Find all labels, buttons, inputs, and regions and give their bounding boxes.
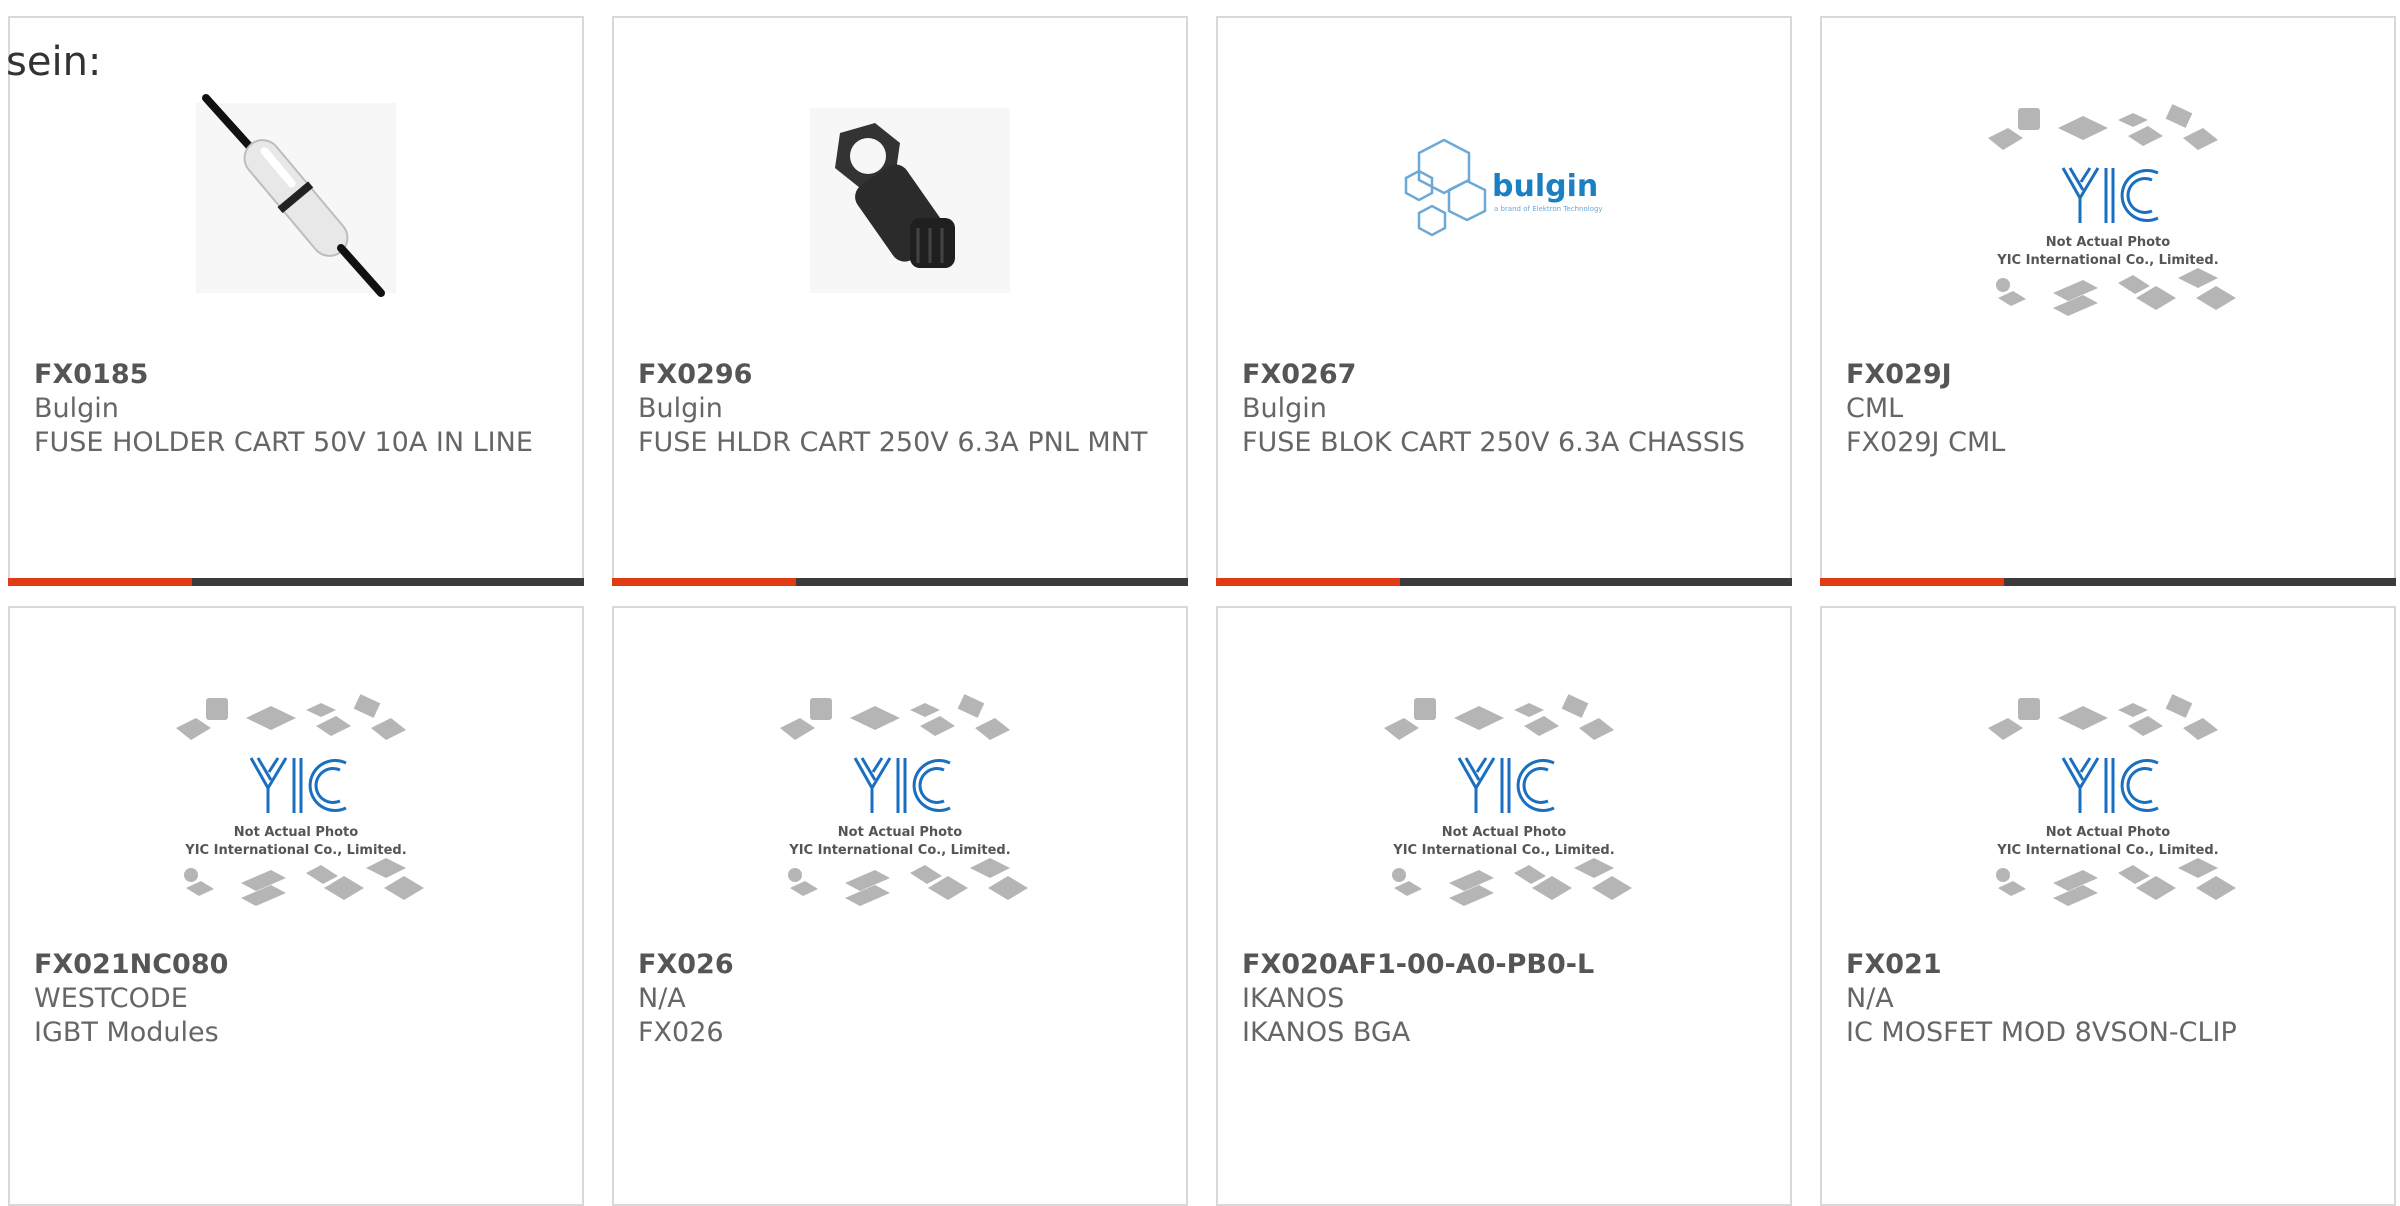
product-image-placeholder[interactable]: Not Actual Photo YIC International Co., …	[760, 688, 1040, 908]
part-number[interactable]: FX020AF1-00-A0-PB0-L	[1242, 948, 1766, 982]
product-image-inline-fuse-holder[interactable]	[156, 78, 436, 298]
product-image-placeholder[interactable]: Not Actual Photo YIC International Co., …	[1968, 98, 2248, 318]
product-card[interactable]: Not Actual Photo YIC International Co., …	[1820, 16, 2396, 586]
card-accent	[1820, 578, 2004, 586]
product-image-placeholder[interactable]: Not Actual Photo YIC International Co., …	[1968, 688, 2248, 908]
description: IGBT Modules	[34, 1017, 219, 1048]
svg-text:Not Actual Photo: Not Actual Photo	[838, 825, 962, 840]
description: FUSE BLOK CART 250V 6.3A CHASSIS	[1242, 427, 1745, 458]
svg-text:YIC International Co., Limited: YIC International Co., Limited.	[1392, 843, 1614, 858]
part-number[interactable]: FX029J	[1846, 358, 2370, 392]
product-info: FX021 N/A IC MOSFET MOD 8VSON-CLIP	[1846, 948, 2370, 1050]
description: FUSE HOLDER CART 50V 10A IN LINE	[34, 427, 533, 458]
description: FX029J CML	[1846, 427, 2006, 458]
description: FX026	[638, 1017, 724, 1048]
product-info: FX026 N/A FX026	[638, 948, 1162, 1050]
description: IC MOSFET MOD 8VSON-CLIP	[1846, 1017, 2237, 1048]
svg-text:YIC International Co., Limited: YIC International Co., Limited.	[1996, 843, 2218, 858]
product-info: FX020AF1-00-A0-PB0-L IKANOS IKANOS BGA	[1242, 948, 1766, 1050]
manufacturer: CML	[1846, 393, 1904, 424]
svg-text:YIC International Co., Limited: YIC International Co., Limited.	[788, 843, 1010, 858]
manufacturer: Bulgin	[638, 393, 723, 424]
product-card[interactable]: Not Actual Photo YIC International Co., …	[1216, 606, 1792, 1206]
product-image-placeholder[interactable]: Not Actual Photo YIC International Co., …	[1364, 688, 1644, 908]
product-card[interactable]: Not Actual Photo YIC International Co., …	[612, 606, 1188, 1206]
product-image-bulgin-logo[interactable]: bulgin a brand of Elektron Technology	[1364, 78, 1644, 298]
product-card[interactable]: Not Actual Photo YIC International Co., …	[8, 606, 584, 1206]
product-info: FX0267 Bulgin FUSE BLOK CART 250V 6.3A C…	[1242, 358, 1766, 460]
manufacturer: Bulgin	[34, 393, 119, 424]
product-info: FX029J CML FX029J CML	[1846, 358, 2370, 460]
product-card[interactable]: Not Actual Photo YIC International Co., …	[1820, 606, 2396, 1206]
product-info: FX021NC080 WESTCODE IGBT Modules	[34, 948, 558, 1050]
card-accent	[1216, 578, 1400, 586]
part-number[interactable]: FX026	[638, 948, 1162, 982]
card-accent	[8, 578, 192, 586]
product-image-panel-fuse-holder[interactable]	[760, 78, 1040, 298]
bulgin-logo-text: bulgin	[1492, 169, 1598, 204]
product-card[interactable]: FX0296 Bulgin FUSE HLDR CART 250V 6.3A P…	[612, 16, 1188, 586]
description: IKANOS BGA	[1242, 1017, 1411, 1048]
svg-text:Not Actual Photo: Not Actual Photo	[2046, 235, 2170, 250]
product-card[interactable]: FX0185 Bulgin FUSE HOLDER CART 50V 10A I…	[8, 16, 584, 586]
product-grid: FX0185 Bulgin FUSE HOLDER CART 50V 10A I…	[0, 0, 2400, 1206]
svg-text:Not Actual Photo: Not Actual Photo	[234, 825, 358, 840]
manufacturer: N/A	[1846, 983, 1894, 1014]
svg-text:YIC International Co., Limited: YIC International Co., Limited.	[1996, 253, 2218, 268]
manufacturer: Bulgin	[1242, 393, 1327, 424]
svg-text:Not Actual Photo: Not Actual Photo	[2046, 825, 2170, 840]
manufacturer: WESTCODE	[34, 983, 188, 1014]
product-image-placeholder[interactable]: Not Actual Photo YIC International Co., …	[156, 688, 436, 908]
part-number[interactable]: FX021NC080	[34, 948, 558, 982]
manufacturer: N/A	[638, 983, 686, 1014]
card-bottom-bar	[612, 578, 1188, 586]
part-number[interactable]: FX021	[1846, 948, 2370, 982]
page-heading-fragment: sein:	[6, 39, 102, 85]
card-accent	[612, 578, 796, 586]
card-bottom-bar	[1216, 578, 1792, 586]
part-number[interactable]: FX0267	[1242, 358, 1766, 392]
product-info: FX0185 Bulgin FUSE HOLDER CART 50V 10A I…	[34, 358, 558, 460]
description: FUSE HLDR CART 250V 6.3A PNL MNT	[638, 427, 1148, 458]
bulgin-tagline: a brand of Elektron Technology	[1494, 205, 1603, 213]
part-number[interactable]: FX0185	[34, 358, 558, 392]
product-card[interactable]: bulgin a brand of Elektron Technology FX…	[1216, 16, 1792, 586]
product-info: FX0296 Bulgin FUSE HLDR CART 250V 6.3A P…	[638, 358, 1162, 460]
card-bottom-bar	[8, 578, 584, 586]
card-bottom-bar	[1820, 578, 2396, 586]
manufacturer: IKANOS	[1242, 983, 1345, 1014]
svg-text:Not Actual Photo: Not Actual Photo	[1442, 825, 1566, 840]
svg-text:YIC International Co., Limited: YIC International Co., Limited.	[184, 843, 406, 858]
part-number[interactable]: FX0296	[638, 358, 1162, 392]
